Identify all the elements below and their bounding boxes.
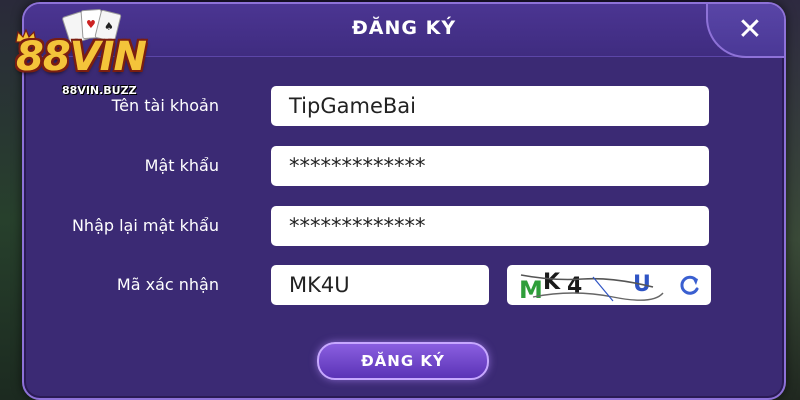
captcha-char-1: M (519, 276, 543, 303)
captcha-noise-line (592, 276, 614, 302)
logo-url: 88VIN.BUZZ (62, 84, 137, 97)
username-input[interactable]: TipGameBai (271, 86, 709, 126)
close-icon: ✕ (737, 12, 763, 47)
captcha-image: M K 4 U (507, 265, 711, 305)
close-button[interactable]: ✕ (730, 12, 770, 48)
captcha-char-2: K (543, 270, 561, 295)
captcha-label: Mã xác nhận (116, 275, 219, 294)
brand-logo: ♥ ♠ 88VIN 88VIN.BUZZ (0, 0, 185, 100)
svg-text:♠: ♠ (104, 20, 114, 33)
logo-text: 88VIN (16, 34, 147, 80)
svg-text:♥: ♥ (86, 18, 96, 31)
refresh-icon[interactable] (677, 274, 701, 296)
register-button[interactable]: ĐĂNG KÝ (317, 342, 489, 380)
confirm-password-label: Nhập lại mật khẩu (71, 216, 219, 235)
confirm-password-input[interactable]: ************* (271, 206, 709, 246)
captcha-graphic: M K 4 U (519, 270, 664, 303)
password-label: Mật khẩu (144, 156, 219, 175)
captcha-input[interactable]: MK4U (271, 265, 489, 305)
captcha-char-3: 4 (567, 274, 582, 299)
password-input[interactable]: ************* (271, 146, 709, 186)
